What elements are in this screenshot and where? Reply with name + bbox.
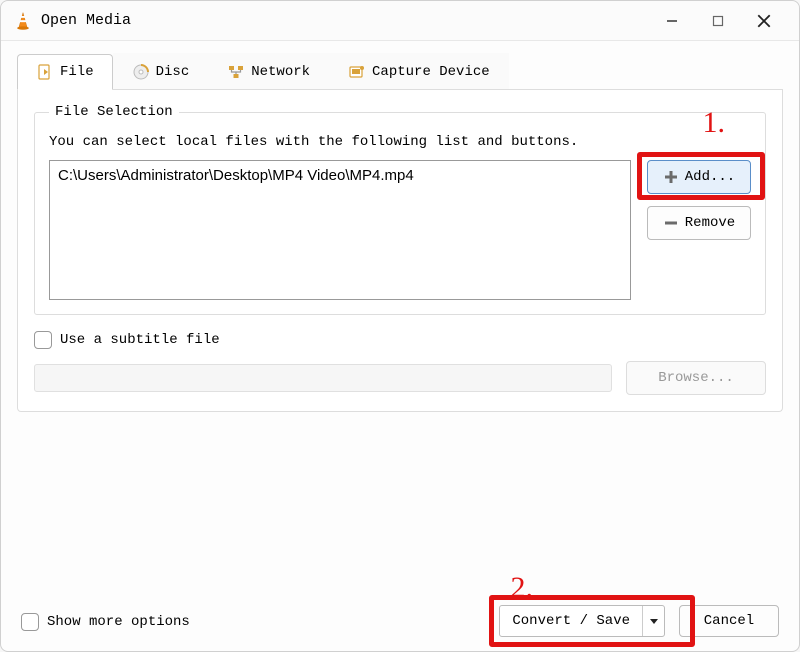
subtitle-path-field bbox=[34, 364, 612, 392]
open-media-window: Open Media File Disc bbox=[0, 0, 800, 652]
tab-network[interactable]: Network bbox=[208, 53, 329, 89]
tab-file-label: File bbox=[60, 64, 94, 80]
disc-icon bbox=[132, 63, 150, 81]
file-icon bbox=[36, 63, 54, 81]
tab-file[interactable]: File bbox=[17, 54, 113, 90]
file-list[interactable]: C:\Users\Administrator\Desktop\MP4 Video… bbox=[49, 160, 631, 300]
titlebar: Open Media bbox=[1, 1, 799, 41]
tab-disc[interactable]: Disc bbox=[113, 53, 209, 89]
capture-icon bbox=[348, 63, 366, 81]
add-button-label: Add... bbox=[685, 169, 735, 185]
minus-icon bbox=[663, 215, 679, 231]
convert-save-button[interactable]: Convert / Save bbox=[499, 605, 665, 637]
close-button[interactable] bbox=[741, 6, 787, 36]
network-icon bbox=[227, 63, 245, 81]
cancel-button[interactable]: Cancel bbox=[679, 605, 779, 637]
window-title: Open Media bbox=[41, 12, 649, 29]
annotation-2: 2. bbox=[511, 571, 534, 605]
convert-save-dropdown[interactable] bbox=[642, 606, 664, 636]
remove-button-label: Remove bbox=[685, 215, 735, 231]
subtitle-checkbox-label: Use a subtitle file bbox=[60, 332, 220, 348]
maximize-button[interactable] bbox=[695, 6, 741, 36]
file-selection-legend: File Selection bbox=[49, 104, 179, 120]
tab-strip: File Disc Network Capture Device bbox=[17, 53, 783, 90]
minimize-button[interactable] bbox=[649, 6, 695, 36]
convert-save-label[interactable]: Convert / Save bbox=[500, 606, 642, 636]
remove-button[interactable]: Remove bbox=[647, 206, 751, 240]
tab-network-label: Network bbox=[251, 64, 310, 80]
tab-capture-label: Capture Device bbox=[372, 64, 490, 80]
file-list-item[interactable]: C:\Users\Administrator\Desktop\MP4 Video… bbox=[58, 167, 622, 184]
bottom-action-bar: Convert / Save Cancel bbox=[499, 605, 779, 637]
tab-capture[interactable]: Capture Device bbox=[329, 53, 509, 89]
show-more-label: Show more options bbox=[47, 614, 190, 630]
vlc-cone-icon bbox=[13, 11, 33, 31]
cancel-button-label: Cancel bbox=[704, 613, 754, 629]
subtitle-checkbox-row[interactable]: Use a subtitle file bbox=[34, 331, 766, 349]
plus-icon bbox=[663, 169, 679, 185]
browse-button-label: Browse... bbox=[658, 370, 734, 386]
tab-disc-label: Disc bbox=[156, 64, 190, 80]
content-area: File Disc Network Capture Device bbox=[1, 41, 799, 651]
file-panel: File Selection You can select local file… bbox=[17, 90, 783, 412]
add-button[interactable]: Add... bbox=[647, 160, 751, 194]
subtitle-checkbox[interactable] bbox=[34, 331, 52, 349]
file-selection-group: File Selection You can select local file… bbox=[34, 104, 766, 315]
file-selection-hint: You can select local files with the foll… bbox=[49, 134, 751, 150]
show-more-checkbox[interactable] bbox=[21, 613, 39, 631]
browse-button: Browse... bbox=[626, 361, 766, 395]
